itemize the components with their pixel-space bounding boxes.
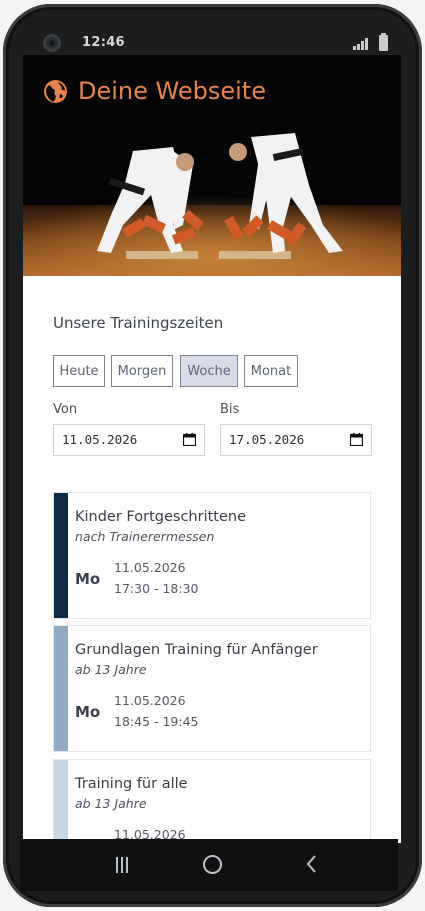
- training-date: 11.05.2026: [114, 560, 186, 575]
- front-camera: [43, 34, 61, 52]
- range-button-morgen[interactable]: Morgen: [111, 355, 173, 387]
- android-nav-bar: [20, 839, 398, 891]
- training-card[interactable]: Grundlagen Training für Anfänger ab 13 J…: [53, 625, 371, 752]
- to-date-value: 17.05.2026: [229, 432, 305, 447]
- from-date-input[interactable]: 11.05.2026: [53, 424, 205, 456]
- from-date-value: 11.05.2026: [62, 432, 138, 447]
- battery-icon: [379, 33, 388, 51]
- training-title: Grundlagen Training für Anfänger: [75, 642, 318, 658]
- training-date: 11.05.2026: [114, 693, 186, 708]
- training-subtitle: ab 13 Jahre: [75, 662, 147, 677]
- globe-icon: [44, 79, 67, 103]
- card-color-bar: [54, 760, 68, 843]
- range-button-heute[interactable]: Heute: [53, 355, 105, 387]
- training-subtitle: nach Trainerermessen: [75, 529, 215, 544]
- range-button-woche[interactable]: Woche: [180, 355, 238, 387]
- training-time: 18:45 - 19:45: [114, 714, 199, 729]
- calendar-icon[interactable]: [350, 433, 363, 446]
- from-label: Von: [53, 402, 78, 417]
- training-title: Training für alle: [75, 776, 188, 792]
- card-color-bar: [54, 493, 68, 618]
- site-title[interactable]: Deine Webseite: [43, 77, 266, 105]
- training-title: Kinder Fortgeschrittene: [75, 509, 246, 525]
- training-day: Mo: [75, 703, 101, 721]
- training-day: Mo: [75, 570, 101, 588]
- signal-icon: [353, 38, 369, 50]
- status-time: 12:46: [82, 35, 125, 50]
- section-title: Unsere Trainingszeiten: [53, 314, 224, 332]
- training-time: 17:30 - 18:30: [114, 581, 199, 596]
- site-title-text: Deine Webseite: [78, 77, 266, 105]
- to-label: Bis: [220, 402, 240, 417]
- home-icon[interactable]: [203, 855, 222, 874]
- range-button-monat[interactable]: Monat: [244, 355, 298, 387]
- training-card[interactable]: Kinder Fortgeschrittene nach Trainererme…: [53, 492, 371, 619]
- recent-apps-icon[interactable]: [116, 857, 128, 873]
- calendar-icon[interactable]: [183, 433, 196, 446]
- training-card[interactable]: Training für alle ab 13 Jahre Mo 11.05.2…: [53, 759, 371, 843]
- browser-screen: Deine Webseite Unsere Trainingszeiten He…: [23, 55, 401, 843]
- hero-image: Deine Webseite: [23, 55, 401, 276]
- training-subtitle: ab 13 Jahre: [75, 796, 147, 811]
- phone-frame: 12:46 Deine Webseite Unsere Trainingszei…: [3, 4, 422, 907]
- back-icon[interactable]: [305, 854, 319, 874]
- status-bar: 12:46: [25, 30, 403, 58]
- card-color-bar: [54, 626, 68, 751]
- to-date-input[interactable]: 17.05.2026: [220, 424, 372, 456]
